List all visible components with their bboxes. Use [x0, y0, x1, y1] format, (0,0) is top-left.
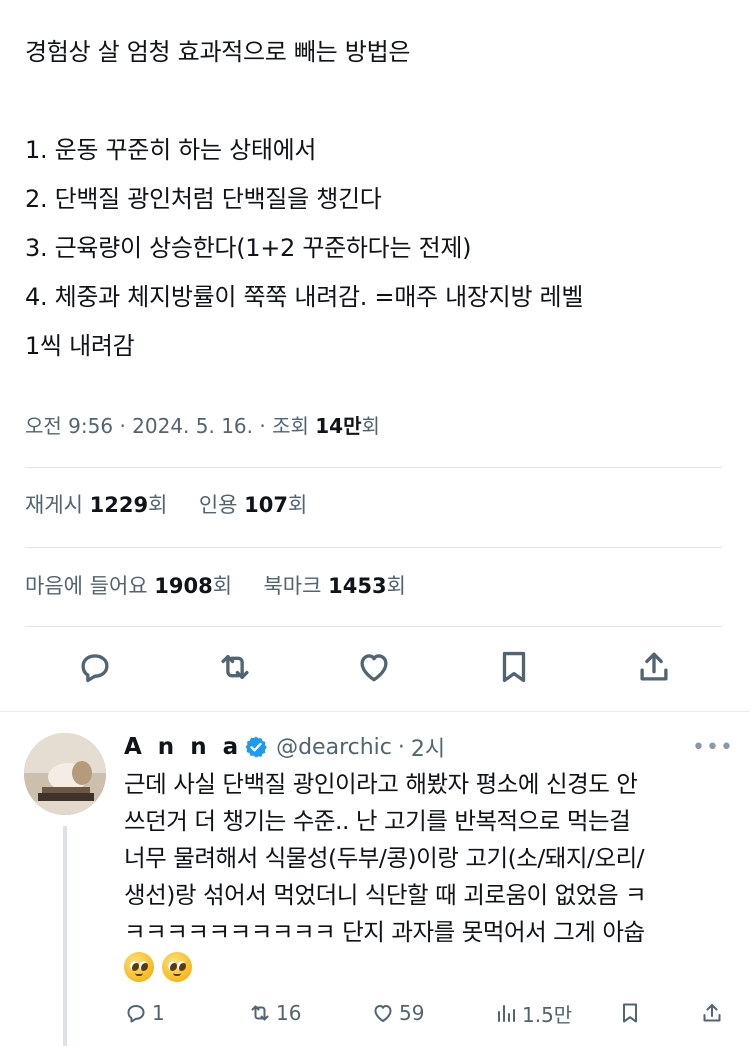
- thread-line: [63, 826, 67, 1046]
- bookmark-button[interactable]: [493, 646, 535, 688]
- reply-line: 근데 사실 단백질 광인이라고 해봤자 평소에 신경도 안: [124, 770, 638, 798]
- views-count: 1.5만: [522, 1002, 573, 1027]
- like-button[interactable]: [353, 646, 395, 688]
- repost-count: 16: [276, 1001, 302, 1025]
- views-unit: 회: [361, 414, 380, 438]
- reply-display-name[interactable]: A n n a: [124, 734, 242, 760]
- divider: [25, 547, 722, 548]
- post-line: 1. 운동 꾸준히 하는 상태에서: [25, 136, 317, 164]
- like-count: 59: [399, 1001, 425, 1025]
- post-line: 2. 단백질 광인처럼 단백질을 챙긴다: [25, 185, 382, 213]
- reply-button[interactable]: [74, 646, 116, 688]
- meta-separator: ·: [119, 414, 133, 438]
- reply-count: 1: [152, 1001, 165, 1025]
- reply-line: 생선)랑 섞어서 먹었더니 식단할 때 괴로움이 없었음 ㅋ: [124, 881, 647, 909]
- reply-icon: [81, 654, 109, 683]
- like-bookmark-stats: 마음에 들어요 1908회 북마크 1453회: [25, 570, 406, 600]
- share-icon: [703, 1004, 721, 1022]
- reply-time[interactable]: 2시: [411, 731, 445, 763]
- reply-share-button[interactable]: [700, 996, 728, 1030]
- avatar-image: [24, 733, 106, 815]
- meta-separator: ·: [259, 414, 273, 438]
- post-text: 경험상 살 엄청 효과적으로 빼는 방법은 1. 운동 꾸준히 하는 상태에서 …: [25, 28, 730, 371]
- post-line: 3. 근육량이 상승한다(1+2 꾸준하다는 전제): [25, 234, 472, 262]
- pleading-face-emoji-icon: [124, 952, 154, 982]
- bookmark-icon: [502, 651, 526, 683]
- analytics-icon: [498, 1005, 515, 1022]
- reply-line: 쓰던거 더 챙기는 수준.. 난 고기를 반복적으로 먹는걸: [124, 807, 631, 835]
- views-count: 14만: [315, 414, 362, 438]
- reply-emoji-line: [124, 951, 730, 988]
- post-line-blank: [25, 77, 730, 126]
- post-line: 4. 체중과 체지방률이 쭉쭉 내려감. =매주 내장지방 레벨: [25, 283, 584, 311]
- post-action-bar: [0, 640, 750, 696]
- repost-icon: [221, 655, 249, 679]
- likes-stat[interactable]: 마음에 들어요 1908회: [25, 574, 232, 598]
- reply-icon: [127, 1005, 145, 1023]
- reply-header: A n n a @dearchic · 2시: [124, 730, 445, 764]
- reply-action-bar: 1 16 59 1.5만: [124, 996, 730, 1030]
- heart-icon: [374, 1005, 392, 1022]
- quotes-stat[interactable]: 인용 107회: [199, 493, 308, 517]
- divider: [25, 467, 722, 468]
- reply-reply-button[interactable]: 1: [124, 996, 165, 1030]
- post-line: 경험상 살 엄청 효과적으로 빼는 방법은: [25, 38, 411, 66]
- avatar[interactable]: [24, 733, 106, 815]
- repost-quote-stats: 재게시 1229회 인용 107회: [25, 489, 307, 519]
- post-time[interactable]: 오전 9:56: [25, 414, 113, 438]
- reply-repost-button[interactable]: 16: [248, 996, 301, 1030]
- post-meta: 오전 9:56 · 2024. 5. 16. · 조회 14만회: [25, 410, 380, 439]
- reply-line: ㅋㅋㅋㅋㅋㅋㅋㅋㅋㅋ 단지 과자를 못먹어서 그게 아숩: [124, 918, 645, 946]
- views-label: 조회: [272, 414, 309, 438]
- post-line: 1씩 내려감: [25, 332, 135, 360]
- reply-views-button[interactable]: 1.5만: [494, 996, 572, 1030]
- pleading-face-emoji-icon: [162, 952, 192, 982]
- reply-line: 너무 물려해서 식물성(두부/콩)이랑 고기(소/돼지/오리/: [124, 844, 645, 872]
- bookmark-icon: [623, 1003, 637, 1023]
- repost-icon: [251, 1005, 269, 1021]
- reply-handle[interactable]: @dearchic: [276, 735, 392, 760]
- repost-button[interactable]: [214, 646, 256, 688]
- share-icon: [640, 652, 668, 681]
- reply-dot: ·: [397, 734, 405, 760]
- reposts-stat[interactable]: 재게시 1229회: [25, 493, 167, 517]
- post-date[interactable]: 2024. 5. 16.: [132, 414, 253, 438]
- reply-bookmark-button[interactable]: [618, 996, 646, 1030]
- section-separator: [0, 711, 750, 712]
- more-options-icon[interactable]: •••: [692, 735, 734, 760]
- reply-text: 근데 사실 단백질 광인이라고 해봤자 평소에 신경도 안 쓰던거 더 챙기는 …: [124, 766, 730, 988]
- share-button[interactable]: [633, 646, 675, 688]
- divider: [25, 626, 722, 627]
- bookmarks-stat[interactable]: 북마크 1453회: [263, 574, 405, 598]
- verified-badge-icon: [245, 736, 267, 758]
- heart-icon: [360, 654, 388, 682]
- reply-like-button[interactable]: 59: [371, 996, 424, 1030]
